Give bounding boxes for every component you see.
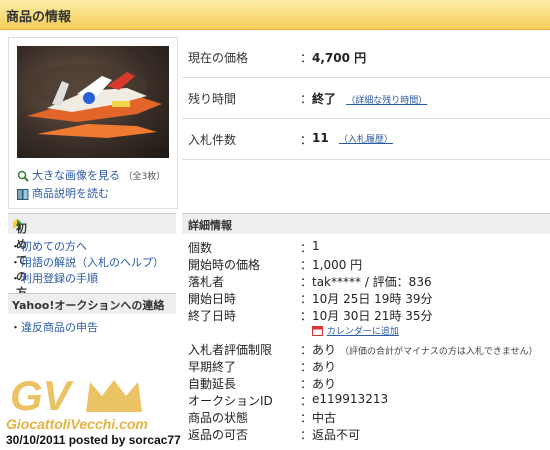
details-heading-label: 詳細情報 (188, 219, 232, 232)
section-header: 商品の情報 (0, 0, 550, 30)
bid-count-row: 入札件数 ： 11 （入札履歴） (182, 119, 550, 160)
bid-history-link[interactable]: （入札履歴） (339, 135, 393, 145)
detail-row-quantity: 個数： 1 (188, 239, 320, 255)
detail-row-bidder-limit: 入札者評価制限： あり （評価の合計がマイナスの方は入札できません） (188, 343, 538, 357)
product-photo[interactable] (17, 46, 169, 158)
current-price-value: 4,700 円 (312, 51, 367, 65)
time-detail-link[interactable]: （詳細な残り時間） (346, 96, 427, 106)
time-left-value: 終了 (312, 92, 337, 106)
row-colon: ： (300, 133, 313, 147)
detail-row-auto-extend: 自動延長：あり (188, 377, 337, 391)
image-count: （全3枚） (123, 172, 166, 182)
detail-row-winner: 落札者： tak***** / 評価：836 (188, 275, 432, 289)
watermark-site: GiocattoliVecchi.com (6, 416, 148, 432)
sidebar-link-report[interactable]: ・違反商品の申告 (10, 319, 98, 335)
bidder-limit-note: （評価の合計がマイナスの方は入札できません） (340, 347, 538, 357)
gv-logo-icon: GV (10, 372, 142, 419)
add-calendar-row[interactable]: カレンダーに追加 (182, 323, 550, 340)
row-colon: ： (300, 51, 313, 65)
detail-row-end-time: 終了日時： 10月 30日 21時 35分 (188, 309, 433, 323)
current-price-row: 現在の価格 ： 4,700 円 (182, 37, 550, 78)
section-title: 商品の情報 (6, 10, 72, 25)
posted-credit: 30/10/2011 posted by sorcac77 (6, 433, 181, 447)
toy-plane-image (27, 64, 162, 138)
bid-count-value: 11 (312, 131, 329, 145)
sidebar-link-beginners[interactable]: ・初めての方へ (10, 238, 87, 254)
read-description-link[interactable]: 商品説明を読む (17, 185, 109, 201)
detail-row-returns: 返品の可否：返品不可 (188, 428, 361, 442)
enlarge-image-label[interactable]: 大きな画像を見る (32, 169, 120, 182)
contact-heading-label: Yahoo!オークションへの連絡 (12, 299, 165, 312)
detail-row-auction-id: オークションID： e119913213 (188, 392, 389, 408)
row-label: 現在の価格 (188, 51, 249, 65)
row-colon: ： (300, 92, 313, 106)
calendar-icon (312, 326, 323, 336)
beginners-heading: 初めての方 (8, 213, 176, 299)
time-left-row: 残り時間 ： 終了 （詳細な残り時間） (182, 78, 550, 119)
gv-logo-text: GV (10, 372, 74, 416)
image-panel: 大きな画像を見る （全3枚） 商品説明を読む (8, 37, 178, 209)
magnifier-icon (17, 170, 29, 182)
watermark-logo: GV (6, 372, 166, 420)
detail-row-condition: 商品の状態：中古 (188, 411, 337, 425)
enlarge-image-link[interactable]: 大きな画像を見る （全3枚） (17, 167, 165, 183)
detail-row-start-time: 開始日時： 10月 25日 19時 39分 (188, 292, 433, 306)
details-heading: 詳細情報 (182, 213, 550, 234)
sidebar-link-registration[interactable]: ・利用登録の手順 (10, 270, 98, 286)
contact-heading: Yahoo!オークションへの連絡 (8, 293, 176, 314)
detail-row-early-end: 早期終了：あり (188, 360, 337, 374)
read-description-label[interactable]: 商品説明を読む (32, 187, 109, 200)
row-label: 残り時間 (188, 92, 237, 106)
book-icon (17, 188, 29, 200)
detail-row-start-price: 開始時の価格： 1,000 円 (188, 258, 363, 272)
row-label: 入札件数 (188, 133, 237, 147)
add-calendar-link[interactable]: カレンダーに追加 (327, 327, 399, 337)
sidebar-link-glossary[interactable]: ・用語の解説（入札のヘルプ） (10, 254, 164, 270)
